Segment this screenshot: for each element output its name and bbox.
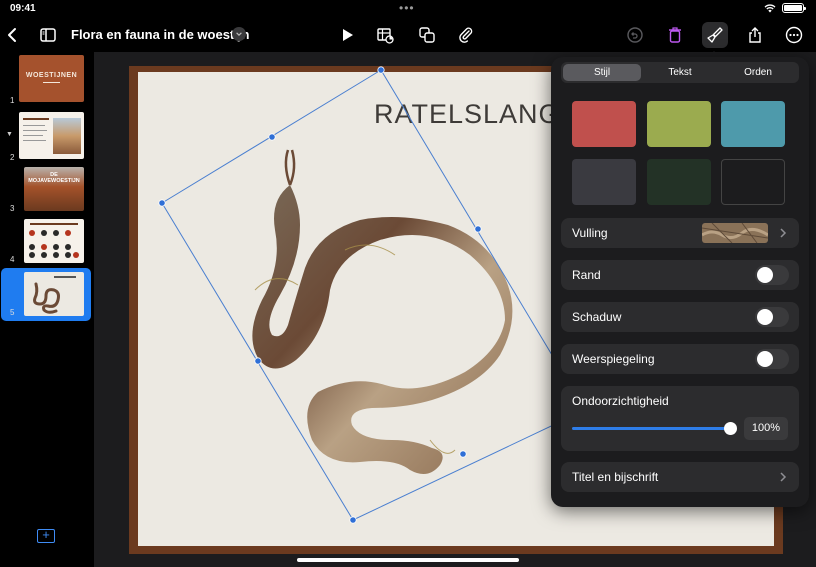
slide-thumb-image [19, 112, 84, 159]
play-icon[interactable] [334, 22, 360, 48]
chevron-right-icon [780, 472, 787, 482]
style-swatch-darkgreen[interactable] [647, 159, 711, 205]
document-title[interactable]: Flora en fauna in de woestijn [71, 27, 249, 42]
collapse-triangle-icon[interactable]: ▼ [6, 131, 13, 138]
wifi-icon [764, 4, 776, 12]
reflection-row: Weerspiegeling [561, 344, 799, 374]
paintbrush-icon[interactable] [702, 22, 728, 48]
add-slide-button[interactable]: + [37, 528, 55, 543]
trash-icon[interactable] [662, 22, 688, 48]
shadow-label: Schaduw [572, 310, 622, 324]
reflection-toggle[interactable] [755, 349, 789, 369]
toolbar: Flora en fauna in de woestijn [0, 18, 816, 52]
slide-thumb-image: WOESTIJNEN [19, 55, 84, 102]
status-bar: 09:41 ••• [0, 0, 816, 18]
battery-icon [782, 3, 806, 13]
chevron-down-icon[interactable] [232, 27, 246, 41]
back-icon[interactable] [0, 22, 26, 48]
paperclip-icon[interactable] [453, 22, 479, 48]
style-swatch-red[interactable] [572, 101, 636, 147]
opacity-section: Ondoorzichtigheid 100% [561, 386, 799, 451]
slide-thumb-image [24, 272, 84, 316]
tab-text[interactable]: Tekst [641, 64, 719, 81]
thumb-title: WOESTIJNEN [25, 72, 78, 79]
opacity-slider-knob[interactable] [724, 422, 737, 435]
thumb-divider [43, 82, 60, 83]
shadow-toggle[interactable] [755, 307, 789, 327]
multitasking-dots[interactable]: ••• [399, 1, 415, 15]
tab-arrange[interactable]: Orden [719, 64, 797, 81]
opacity-value-field[interactable]: 100% [744, 417, 788, 440]
fill-label: Vulling [572, 226, 608, 240]
slide-number: 4 [10, 255, 15, 264]
caption-row[interactable]: Titel en bijschrift [561, 462, 799, 492]
border-toggle[interactable] [755, 265, 789, 285]
status-right [764, 3, 806, 13]
slide-number: 2 [10, 153, 15, 162]
chevron-right-icon [780, 228, 787, 238]
slide-thumb-image [24, 219, 84, 263]
fill-row[interactable]: Vulling [561, 218, 799, 248]
style-swatch-outline[interactable] [721, 159, 785, 205]
share-icon[interactable] [742, 22, 768, 48]
status-time: 09:41 [10, 3, 36, 14]
opacity-slider-track[interactable] [572, 427, 732, 430]
style-swatch-teal[interactable] [721, 101, 785, 147]
home-indicator[interactable] [297, 558, 519, 562]
caption-label: Titel en bijschrift [572, 470, 659, 484]
opacity-label: Ondoorzichtigheid [572, 394, 669, 408]
slide-thumb-image: DE MOJAVEWOESTIJN [24, 167, 84, 211]
tab-style[interactable]: Stijl [563, 64, 641, 81]
slide-title[interactable]: RATELSLANG [374, 99, 561, 130]
thumb-title: DE MOJAVEWOESTIJN [28, 172, 80, 184]
style-swatch-charcoal[interactable] [572, 159, 636, 205]
shapes-icon[interactable] [414, 22, 440, 48]
sidebar-icon[interactable] [35, 22, 61, 48]
slide-number: 1 [10, 96, 15, 105]
border-row: Rand [561, 260, 799, 290]
style-swatch-green[interactable] [647, 101, 711, 147]
undo-icon[interactable] [622, 22, 648, 48]
table-chart-icon[interactable] [372, 22, 398, 48]
shadow-row: Schaduw [561, 302, 799, 332]
reflection-label: Weerspiegeling [572, 352, 655, 366]
border-label: Rand [572, 268, 601, 282]
slide-number: 5 [10, 308, 15, 317]
fill-preview-image[interactable] [702, 223, 768, 243]
format-tabs: Stijl Tekst Orden [561, 62, 799, 83]
slide-number: 3 [10, 204, 15, 213]
more-icon[interactable] [781, 22, 807, 48]
